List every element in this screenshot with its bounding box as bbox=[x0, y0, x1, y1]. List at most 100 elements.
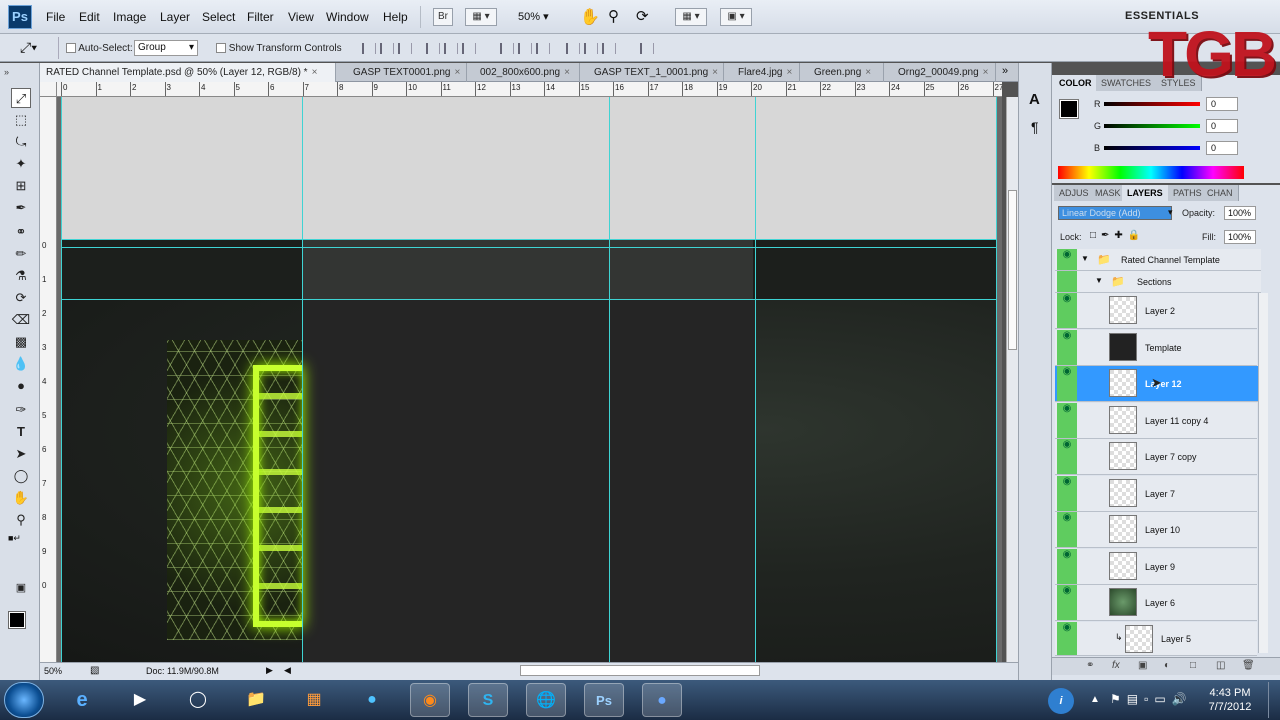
blue-slider[interactable] bbox=[1104, 146, 1200, 150]
office-app-icon[interactable]: ▦ bbox=[294, 683, 334, 717]
start-button[interactable] bbox=[4, 682, 44, 718]
align-bottom-icon[interactable] bbox=[398, 43, 412, 54]
visibility-eye-icon[interactable]: ◉ bbox=[1057, 439, 1077, 474]
menu-edit[interactable]: Edit bbox=[79, 10, 100, 24]
align-vcenter-icon[interactable] bbox=[380, 43, 394, 54]
bridge-button[interactable]: Br bbox=[433, 8, 453, 26]
distribute-vcenter-icon[interactable] bbox=[518, 43, 532, 54]
group-expand-arrow-icon[interactable]: ▼ bbox=[1095, 276, 1103, 285]
quick-mask-icon[interactable]: ▣ bbox=[11, 578, 31, 598]
vertical-scroll-thumb[interactable] bbox=[1008, 190, 1017, 350]
align-top-icon[interactable] bbox=[362, 43, 376, 54]
fill-field[interactable]: 100% bbox=[1224, 230, 1256, 244]
visibility-eye-icon[interactable]: ◉ bbox=[1057, 330, 1077, 365]
layer-row[interactable]: ◉ Layer 7 bbox=[1055, 476, 1257, 512]
system-tray-icons[interactable]: ⚑▤▫▭🔊 bbox=[1110, 692, 1193, 706]
adjustment-layer-icon[interactable]: ◐ bbox=[1164, 660, 1170, 671]
media-player-icon[interactable]: ▶ bbox=[120, 683, 160, 717]
menu-file[interactable]: File bbox=[46, 10, 65, 24]
visibility-eye-icon[interactable]: ◉ bbox=[1057, 403, 1077, 438]
zoom-tool-icon[interactable]: ⚲ bbox=[608, 7, 619, 25]
move-tool-icon[interactable]: ⤢ bbox=[11, 88, 31, 108]
photoshop-taskbar-icon[interactable]: Ps bbox=[584, 683, 624, 717]
layer-row[interactable]: ◉ Layer 9 bbox=[1055, 549, 1257, 585]
eraser-tool-icon[interactable]: ⌫ bbox=[11, 310, 31, 330]
tab-orng2[interactable]: Orng2_00049.png × bbox=[892, 63, 996, 82]
scroll-left-icon[interactable]: ◀ bbox=[284, 665, 291, 676]
close-icon[interactable]: × bbox=[983, 67, 989, 78]
close-icon[interactable]: × bbox=[712, 67, 718, 78]
hp-icon[interactable]: ◯ bbox=[178, 683, 218, 717]
layer-row-selected[interactable]: ◉ Layer 12 ➤ bbox=[1055, 366, 1261, 402]
visibility-eye-icon[interactable]: ◉ bbox=[1057, 622, 1077, 655]
skype-icon[interactable]: S bbox=[468, 683, 508, 717]
distribute-right-icon[interactable] bbox=[602, 43, 616, 54]
red-slider[interactable] bbox=[1104, 102, 1200, 106]
internet-explorer-icon[interactable]: e bbox=[62, 683, 102, 717]
type-tool-icon[interactable]: T bbox=[11, 422, 31, 442]
align-hcenter-icon[interactable] bbox=[444, 43, 458, 54]
color-spectrum-bar[interactable] bbox=[1058, 166, 1244, 179]
visibility-eye-icon[interactable]: ◉ bbox=[1057, 366, 1077, 401]
layer-group-rated-channel-template[interactable]: ◉ ▼ 📁 Rated Channel Template bbox=[1055, 249, 1261, 271]
layer-style-icon[interactable]: fx bbox=[1112, 660, 1120, 671]
shape-tool-icon[interactable]: ◯ bbox=[11, 466, 31, 486]
layer-group-sections[interactable]: ▼ 📁 Sections bbox=[1055, 271, 1261, 293]
file-explorer-icon[interactable]: 📁 bbox=[236, 683, 276, 717]
info-tray-icon[interactable]: i bbox=[1048, 688, 1074, 714]
menu-image[interactable]: Image bbox=[113, 10, 146, 24]
zoom-tool-icon[interactable]: ⚲ bbox=[11, 510, 31, 530]
firefox-icon[interactable]: ◉ bbox=[410, 683, 450, 717]
more-tabs-icon[interactable]: » bbox=[1002, 65, 1008, 77]
tab-adjustments[interactable]: ADJUS bbox=[1054, 185, 1095, 201]
layer-row[interactable]: ◉ Layer 2 bbox=[1055, 293, 1257, 329]
layer-row[interactable]: ◉ Layer 6 bbox=[1055, 585, 1257, 621]
visibility-eye-icon[interactable]: ◉ bbox=[1057, 293, 1077, 328]
close-icon[interactable]: × bbox=[312, 67, 318, 78]
chevron-down-icon[interactable]: ▾ bbox=[1168, 207, 1173, 218]
horizontal-ruler[interactable]: 0 1 2 3 4 5 6 7 8 9 10 11 12 13 14 15 16 17 18 19 20 21 22 23 24… bbox=[57, 82, 1002, 97]
menu-filter[interactable]: Filter bbox=[247, 10, 274, 24]
healing-brush-tool-icon[interactable]: ⚭ bbox=[11, 222, 31, 242]
status-zoom[interactable]: 50% bbox=[44, 666, 62, 676]
distribute-hcenter-icon[interactable] bbox=[584, 43, 598, 54]
browser-globe-icon[interactable]: ● bbox=[352, 683, 392, 717]
green-slider[interactable] bbox=[1104, 124, 1200, 128]
tab-layers[interactable]: LAYERS bbox=[1122, 185, 1169, 201]
layer-row[interactable]: ◉ ↳ Layer 5 bbox=[1055, 622, 1257, 656]
group-expand-arrow-icon[interactable]: ▼ bbox=[1081, 254, 1089, 263]
path-selection-tool-icon[interactable]: ➤ bbox=[11, 444, 31, 464]
toolbox-collapse-icon[interactable]: » bbox=[4, 67, 9, 77]
foreground-color-swatch[interactable] bbox=[1059, 99, 1079, 119]
visibility-eye-icon[interactable]: ◉ bbox=[1057, 585, 1077, 620]
ruler-origin[interactable] bbox=[40, 82, 57, 97]
layer-row[interactable]: ◉ Template bbox=[1055, 330, 1257, 366]
close-icon[interactable]: × bbox=[564, 67, 570, 78]
auto-select-checkbox[interactable]: Auto-Select: bbox=[66, 43, 133, 54]
new-group-icon[interactable]: □ bbox=[1190, 660, 1196, 671]
show-desktop-button[interactable] bbox=[1268, 682, 1278, 718]
status-arrow-icon[interactable]: ▶ bbox=[266, 665, 273, 676]
tab-green[interactable]: Green.png × bbox=[808, 63, 884, 82]
horizontal-scroll-thumb[interactable] bbox=[520, 665, 760, 676]
align-left-icon[interactable] bbox=[426, 43, 440, 54]
hand-tool-icon[interactable]: ✋ bbox=[580, 7, 600, 27]
menu-help[interactable]: Help bbox=[383, 10, 408, 24]
menu-select[interactable]: Select bbox=[202, 10, 235, 24]
taskbar-clock[interactable]: 4:43 PM 7/7/2012 bbox=[1200, 686, 1260, 714]
layer-row[interactable]: ◉ Layer 10 bbox=[1055, 512, 1257, 548]
document-canvas[interactable] bbox=[61, 97, 997, 662]
green-value-field[interactable]: 0 bbox=[1206, 119, 1238, 133]
character-panel-icon[interactable]: A bbox=[1029, 91, 1040, 108]
close-icon[interactable]: × bbox=[454, 67, 460, 78]
menu-view[interactable]: View bbox=[288, 10, 314, 24]
align-right-icon[interactable] bbox=[462, 43, 476, 54]
status-menu-icon[interactable]: ▧ bbox=[90, 665, 99, 676]
history-brush-tool-icon[interactable]: ⟳ bbox=[11, 288, 31, 308]
layer-row[interactable]: ◉ Layer 7 copy bbox=[1055, 439, 1257, 475]
tab-002-800x600[interactable]: 002_800x600.png × bbox=[474, 63, 580, 82]
auto-align-icon[interactable] bbox=[640, 43, 654, 54]
eyedropper-tool-icon[interactable]: ✒ bbox=[11, 198, 31, 218]
opacity-field[interactable]: 100% bbox=[1224, 206, 1256, 220]
app-orb-icon[interactable]: ● bbox=[642, 683, 682, 717]
